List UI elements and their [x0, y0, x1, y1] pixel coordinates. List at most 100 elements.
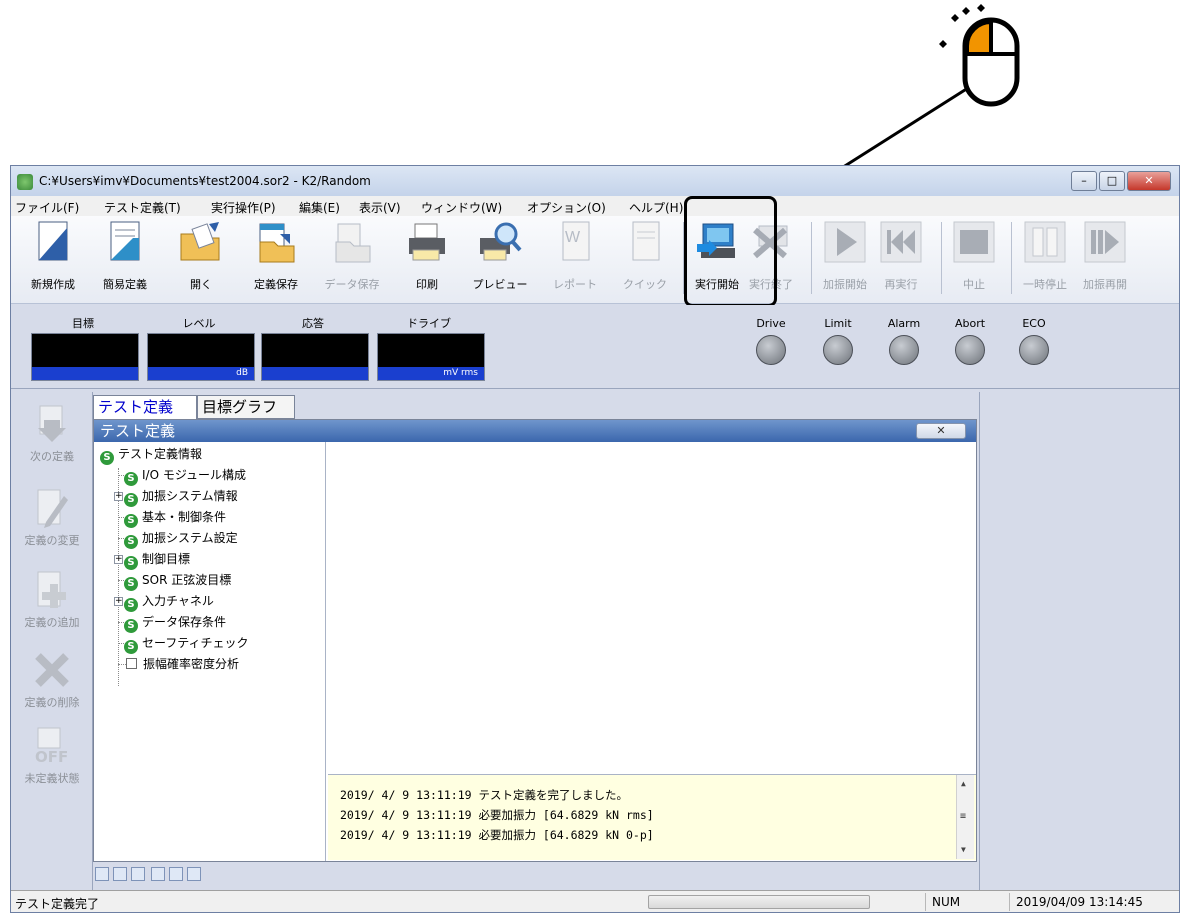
grid-layout-icon[interactable]: [95, 867, 109, 881]
menu-options[interactable]: オプション(O): [527, 199, 606, 216]
tree-item-shaker-system-settings[interactable]: S 加振システム設定: [124, 528, 238, 549]
save-data-button[interactable]: データ保存: [317, 220, 387, 300]
quick-define-icon: [110, 221, 140, 261]
start-vibration-label: 加振開始: [823, 278, 867, 291]
tree-item-amplitude-pdf[interactable]: 振幅確率密度分析: [126, 654, 239, 674]
tree-item-input-channel[interactable]: S 入力チャネル: [124, 591, 214, 612]
status-bar: テスト定義完了 NUM 2019/04/09 13:14:45: [11, 890, 1179, 912]
rewind-icon: [880, 221, 922, 263]
log-line: 2019/ 4/ 9 13:11:19 テスト定義を完了しました。: [340, 788, 628, 802]
delete-icon: [35, 653, 69, 687]
log-scrollbar[interactable]: ▲ ≡ ▼: [956, 775, 974, 859]
new-button[interactable]: 新規作成: [21, 220, 85, 300]
resume-vibration-button[interactable]: 加振再開: [1075, 220, 1135, 300]
right-pane: [979, 392, 1179, 890]
new-label: 新規作成: [31, 278, 75, 291]
tree-expand-button[interactable]: +: [114, 555, 123, 564]
tree-item-basic-control[interactable]: S 基本・制御条件: [124, 507, 226, 528]
menu-edit[interactable]: 編集(E): [299, 199, 340, 216]
menu-window[interactable]: ウィンドウ(W): [421, 199, 502, 216]
menu-execute[interactable]: 実行操作(P): [211, 199, 276, 216]
abort-lamp: [955, 335, 985, 365]
remove-icon[interactable]: [187, 867, 201, 881]
tree-expand-button[interactable]: +: [114, 597, 123, 606]
tab-test-definition[interactable]: テスト定義: [93, 395, 197, 419]
new-document-icon: [38, 221, 68, 261]
tree-item-label: 入力チャネル: [142, 594, 214, 608]
menu-test-definition[interactable]: テスト定義(T): [104, 199, 181, 216]
close-window-button[interactable]: ✕: [1127, 171, 1171, 191]
drive-lamp-label: Drive: [756, 317, 786, 330]
status-s-icon: S: [124, 472, 138, 486]
level-meter-unit: dB: [148, 367, 254, 380]
mouse-click-icon: [939, 4, 1020, 107]
add-definition-button[interactable]: 定義の追加: [13, 570, 91, 630]
panel-close-button[interactable]: ✕: [916, 423, 966, 439]
open-button[interactable]: 開く: [171, 220, 231, 300]
toolbar-separator: [811, 222, 812, 294]
toolbar-separator: [1011, 222, 1012, 294]
delete-definition-button[interactable]: 定義の削除: [13, 650, 91, 710]
vertical-split-icon[interactable]: [131, 867, 145, 881]
application-window: C:¥Users¥imv¥Documents¥test2004.sor2 - K…: [10, 165, 1180, 913]
quick-define-button[interactable]: 簡易定義: [93, 220, 157, 300]
menu-view[interactable]: 表示(V): [359, 199, 401, 216]
change-definition-button[interactable]: 定義の変更: [13, 488, 91, 548]
rerun-button[interactable]: 再実行: [875, 220, 927, 300]
undefined-state-button[interactable]: OFF 未定義状態: [13, 726, 91, 786]
maximize-button[interactable]: □: [1099, 171, 1125, 191]
copy-icon[interactable]: [169, 867, 183, 881]
report-button[interactable]: W レポート: [545, 220, 605, 300]
tree-item-test-info[interactable]: S テスト定義情報: [100, 444, 202, 465]
scroll-up-icon[interactable]: ▲: [961, 779, 966, 788]
undefined-state-label: 未定義状態: [24, 772, 80, 785]
print-button[interactable]: 印刷: [399, 220, 455, 300]
quick-button[interactable]: クイック: [615, 220, 675, 300]
tab-target-graph[interactable]: 目標グラフ: [197, 395, 295, 419]
resume-vibration-label: 加振再開: [1083, 278, 1127, 291]
checkbox-icon[interactable]: [126, 658, 137, 669]
tree-item-control-target[interactable]: S 制御目標: [124, 549, 190, 570]
alarm-lamp-label: Alarm: [887, 317, 921, 330]
scroll-down-icon[interactable]: ▼: [961, 845, 966, 854]
save-data-label: データ保存: [324, 278, 380, 291]
minimize-button[interactable]: –: [1071, 171, 1097, 191]
export-icon[interactable]: [151, 867, 165, 881]
definition-tree: S テスト定義情報 S I/O モジュール構成 + S 加振システム情報 S 基本・制御…: [94, 442, 326, 861]
save-definition-button[interactable]: 定義保存: [243, 220, 309, 300]
tree-expand-button[interactable]: +: [114, 492, 123, 501]
response-meter-unit: [262, 367, 368, 380]
tree-item-safety-check[interactable]: S セーフティチェック: [124, 633, 249, 654]
delete-definition-label: 定義の削除: [24, 696, 80, 709]
printer-icon: [409, 223, 445, 261]
tree-item-label: 加振システム情報: [142, 489, 238, 503]
down-arrow-icon: [38, 405, 66, 442]
pause-button[interactable]: 一時停止: [1017, 220, 1073, 300]
next-definition-button[interactable]: 次の定義: [13, 404, 91, 464]
panel-header: テスト定義 ✕: [94, 420, 976, 442]
limit-lamp: [823, 335, 853, 365]
resume-icon: [1084, 221, 1126, 263]
horizontal-split-icon[interactable]: [113, 867, 127, 881]
status-s-icon: S: [124, 514, 138, 528]
open-label: 開く: [190, 278, 212, 291]
tree-item-data-save-conditions[interactable]: S データ保存条件: [124, 612, 226, 633]
tree-item-io-module[interactable]: S I/O モジュール構成: [124, 465, 246, 486]
preview-button[interactable]: プレビュー: [465, 220, 535, 300]
window-title: C:¥Users¥imv¥Documents¥test2004.sor2 - K…: [39, 174, 371, 188]
tree-item-label: 加振システム設定: [142, 531, 238, 545]
app-icon: [17, 174, 33, 190]
panel-title: テスト定義: [100, 422, 176, 440]
svg-text:OFF: OFF: [35, 748, 68, 766]
start-vibration-button[interactable]: 加振開始: [817, 220, 873, 300]
response-meter: [261, 333, 369, 381]
title-bar: C:¥Users¥imv¥Documents¥test2004.sor2 - K…: [11, 166, 1179, 196]
tree-item-sor-sine-target[interactable]: S SOR 正弦波目標: [124, 570, 231, 591]
definition-content-pane: [328, 442, 976, 772]
scroll-thumb-icon[interactable]: ≡: [960, 811, 966, 822]
menu-file[interactable]: ファイル(F): [15, 199, 79, 216]
tree-item-shaker-system-info[interactable]: S 加振システム情報: [124, 486, 238, 507]
menu-help[interactable]: ヘルプ(H): [629, 199, 683, 216]
status-text: テスト定義完了: [15, 897, 100, 911]
abort-button[interactable]: 中止: [949, 220, 999, 300]
